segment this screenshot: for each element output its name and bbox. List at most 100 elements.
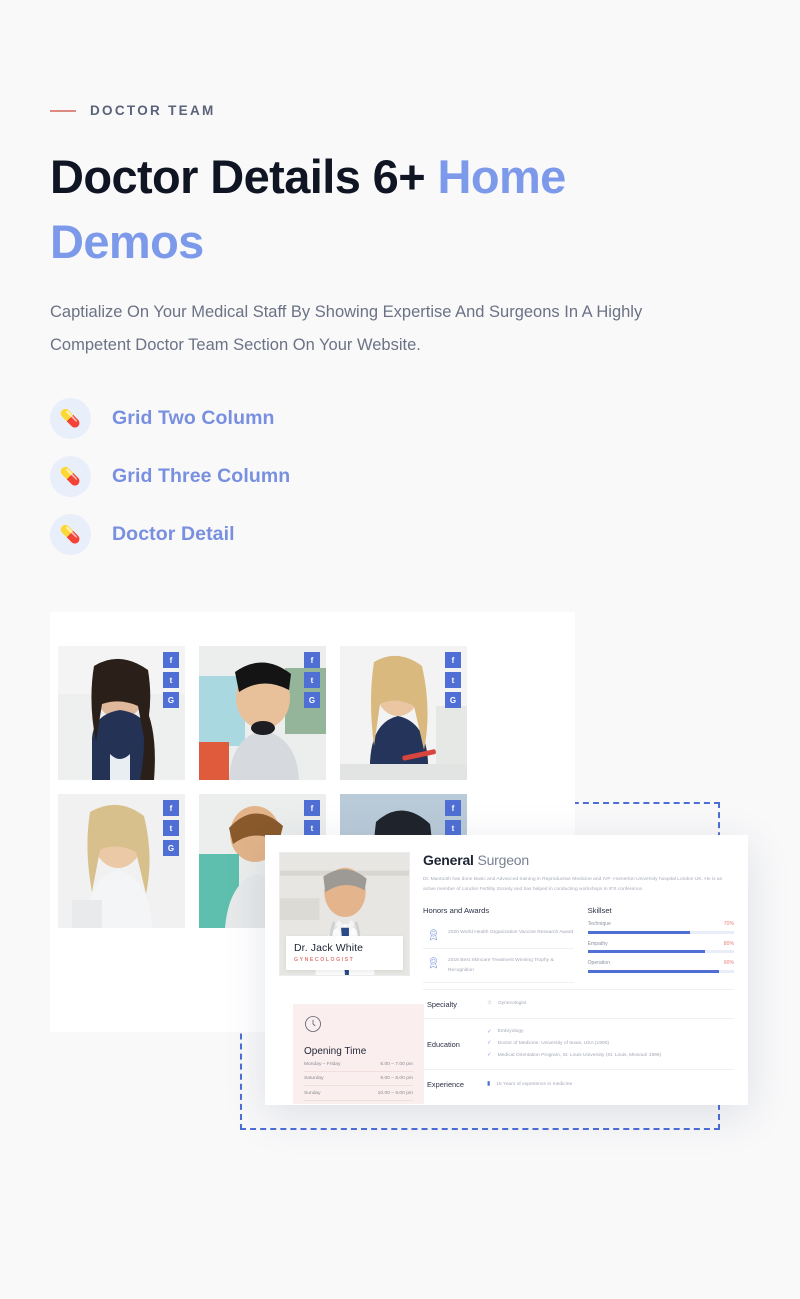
hours-day: Monday – Friday <box>304 1061 341 1067</box>
doctor-card[interactable]: f t G <box>58 646 185 780</box>
hours-day: Sunday <box>304 1090 321 1096</box>
doctor-card[interactable]: f t G <box>58 794 185 928</box>
check-icon: ✓ <box>487 1028 492 1035</box>
specialty-row: Specialty ☆ Gynecologist <box>423 989 734 1018</box>
skill-fill <box>587 930 691 934</box>
detail-card-right-column: General Surgeon Dr. Mantooth has done Ba… <box>423 852 734 1099</box>
check-icon: ✓ <box>487 1051 492 1058</box>
experience-label: Experience <box>427 1080 464 1090</box>
specialty-label: Specialty <box>427 999 457 1009</box>
facebook-icon[interactable]: f <box>304 800 320 816</box>
education-text: Embryology <box>497 1029 524 1035</box>
skill-track <box>587 950 734 954</box>
eyebrow-dash-icon <box>50 109 76 112</box>
hours-row: Sunday 10.00 – 9.00 pm <box>304 1086 413 1101</box>
google-icon[interactable]: G <box>445 692 461 708</box>
hours-row: Monday – Friday 6.00 – 7.00 pm <box>304 1057 413 1072</box>
skill-name: Operation <box>587 960 610 967</box>
doctor-bio: Dr. Mantooth has done Basic and Advanced… <box>423 877 723 892</box>
page-root: DOCTOR TEAM Doctor Details 6+ Home Demos… <box>0 0 800 1299</box>
doctor-card[interactable]: f t G <box>199 646 326 780</box>
page-description: Captialize On Your Medical Staff By Show… <box>50 303 643 354</box>
award-icon <box>429 929 438 941</box>
page-title-main: Doctor Details 6+ <box>50 150 438 203</box>
twitter-icon[interactable]: t <box>163 672 179 688</box>
honors-and-skills-columns: Honors and Awards 2020 World Health Orga… <box>423 906 734 984</box>
hours-time: 10.00 – 9.00 pm <box>377 1090 413 1096</box>
pill-icon: 💊 <box>50 397 91 439</box>
section-eyebrow: DOCTOR TEAM <box>50 103 216 118</box>
honors-heading: Honors and Awards <box>423 906 490 916</box>
page-title: Doctor Details 6+ Home Demos <box>50 145 690 275</box>
demo-link-doctor-detail[interactable]: 💊 Doctor Detail <box>50 512 290 556</box>
honors-column: Honors and Awards 2020 World Health Orga… <box>423 906 574 984</box>
opening-time-panel: Opening Time Monday – Friday 6.00 – 7.00… <box>293 1004 424 1104</box>
skill-percent: 70% <box>723 921 734 928</box>
check-icon: ✓ <box>487 1040 492 1047</box>
skillset-column: Skillset Technique 70% Empathy 80% Opera… <box>587 906 734 983</box>
skill-name: Empathy <box>587 940 608 947</box>
specialty-title: General Surgeon <box>423 852 734 868</box>
facebook-icon[interactable]: f <box>445 800 461 816</box>
demo-link-label: Doctor Detail <box>112 522 235 545</box>
education-item: ✓ Embryology <box>487 1027 734 1039</box>
hours-time: 6.00 – 7.00 pm <box>380 1061 413 1067</box>
pill-icon: 💊 <box>50 513 91 555</box>
education-item: ✓ Doctor of Medicine, University of texa… <box>487 1038 734 1050</box>
social-links: f t G <box>163 800 179 856</box>
twitter-icon[interactable]: t <box>304 672 320 688</box>
eyebrow-label: DOCTOR TEAM <box>90 103 216 118</box>
skill-percent: 90% <box>723 960 734 967</box>
facebook-icon[interactable]: f <box>163 652 179 668</box>
honor-text: 2020 World Health Organization Vaccine R… <box>448 930 574 936</box>
specialty-text: Gynecologist <box>497 1000 527 1006</box>
detail-card-left-column: Dr. Jack White GYNECOLOGIST Opening Time… <box>279 852 424 1104</box>
specialty-title-bold: General <box>423 852 474 868</box>
experience-text: 15 Years of experience in medicine <box>496 1081 573 1087</box>
education-item: ✓ Medical Orientation Program, St. Louis… <box>487 1050 734 1062</box>
skill-item: Empathy 80% <box>587 940 734 954</box>
opening-time-title: Opening Time <box>304 1046 367 1057</box>
pill-icon: 💊 <box>50 455 91 497</box>
doctor-role: GYNECOLOGIST <box>294 957 355 963</box>
honor-item: 2016 Best Skincare Treatment Winning Tro… <box>423 949 574 984</box>
twitter-icon[interactable]: t <box>445 672 461 688</box>
skillset-heading: Skillset <box>587 906 612 916</box>
demo-link-grid-two-column[interactable]: 💊 Grid Two Column <box>50 396 290 440</box>
experience-row: Experience ▮ 15 Years of experience in m… <box>423 1069 734 1099</box>
hours-row: Saturday 9.00 – 8.00 pm <box>304 1072 413 1086</box>
social-links: f t G <box>163 652 179 708</box>
skill-name: Technique <box>587 921 611 928</box>
google-icon[interactable]: G <box>163 692 179 708</box>
doctor-name: Dr. Jack White <box>294 942 364 954</box>
skill-item: Technique 70% <box>587 921 734 934</box>
education-text: Doctor of Medicine, University of texas,… <box>497 1040 610 1046</box>
clock-icon <box>305 1016 321 1032</box>
demo-link-grid-three-column[interactable]: 💊 Grid Three Column <box>50 454 290 498</box>
award-icon <box>429 957 438 969</box>
detail-info-rows: Specialty ☆ Gynecologist Education ✓ Emb… <box>423 989 734 1099</box>
education-text: Medical Orientation Program, St. Louis U… <box>497 1052 662 1058</box>
honor-text: 2016 Best Skincare Treatment Winning Tro… <box>448 958 554 973</box>
skill-track <box>587 969 734 973</box>
education-label: Education <box>427 1039 460 1049</box>
hours-day: Saturday <box>304 1076 324 1081</box>
facebook-icon[interactable]: f <box>304 652 320 668</box>
google-icon[interactable]: G <box>163 840 179 856</box>
demo-links-list: 💊 Grid Two Column 💊 Grid Three Column 💊 … <box>50 396 290 570</box>
skill-fill <box>587 969 720 973</box>
doctor-nameplate: Dr. Jack White GYNECOLOGIST <box>286 936 403 970</box>
doctor-card[interactable]: f t G <box>340 646 467 780</box>
facebook-icon[interactable]: f <box>445 652 461 668</box>
twitter-icon[interactable]: t <box>163 820 179 836</box>
social-links: f t G <box>445 652 461 708</box>
twitter-icon[interactable]: t <box>304 820 320 836</box>
twitter-icon[interactable]: t <box>445 820 461 836</box>
google-icon[interactable]: G <box>304 692 320 708</box>
facebook-icon[interactable]: f <box>163 800 179 816</box>
demo-link-label: Grid Three Column <box>112 464 291 487</box>
skill-fill <box>587 950 705 954</box>
opening-hours-list: Monday – Friday 6.00 – 7.00 pm Saturday … <box>304 1057 413 1101</box>
hours-time: 9.00 – 8.00 pm <box>380 1076 413 1081</box>
specialty-title-light: Surgeon <box>473 852 529 868</box>
